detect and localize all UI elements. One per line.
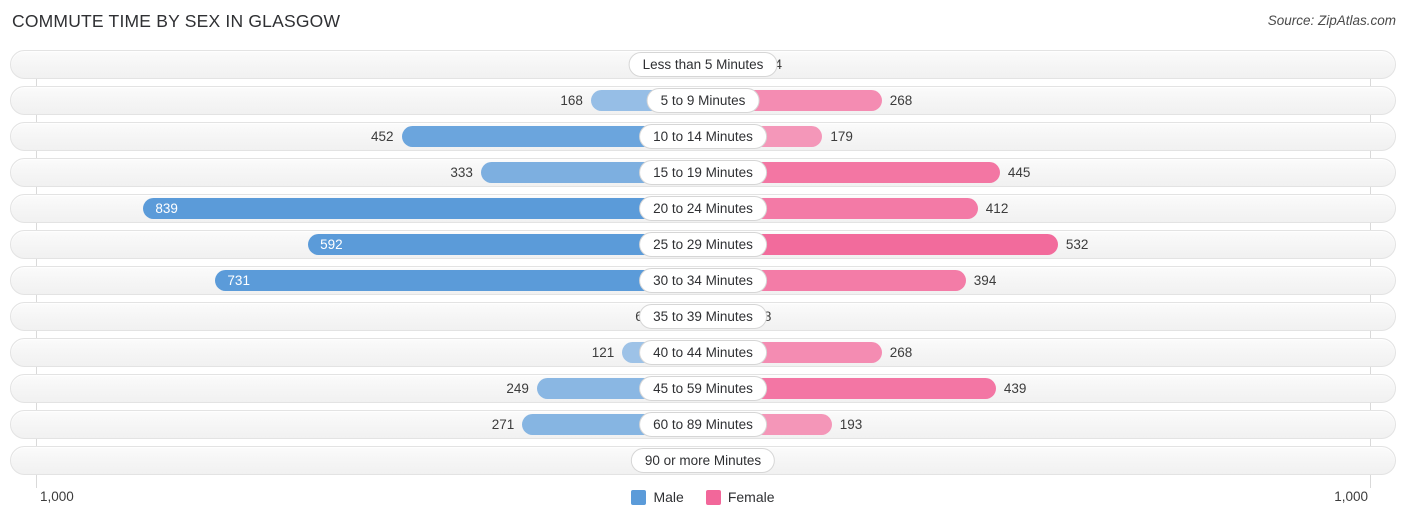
- category-label-pill: Less than 5 Minutes: [628, 52, 778, 77]
- chart-row: 249 439 45 to 59 Minutes: [10, 374, 1396, 403]
- chart-row: 676835 to 39 Minutes: [10, 302, 1396, 331]
- bar-value-female: 268: [889, 93, 913, 108]
- chart-row: 4184Less than 5 Minutes: [10, 50, 1396, 79]
- chart-plot-area: 4184Less than 5 Minutes 168 268 5 to 9 Minu…: [0, 50, 1406, 488]
- bar-value-male: 452: [370, 129, 394, 144]
- legend-label: Male: [653, 489, 684, 505]
- bar-value-male: 121: [591, 345, 615, 360]
- bar-value-male: 271: [491, 417, 515, 432]
- legend-swatch-icon: [631, 489, 647, 505]
- bar-value-female: 532: [1065, 237, 1089, 252]
- chart-row: 121 268 40 to 44 Minutes: [10, 338, 1396, 367]
- page-title: COMMUTE TIME BY SEX IN GLASGOW: [12, 11, 341, 31]
- category-label-pill: 10 to 14 Minutes: [639, 124, 767, 149]
- chart-row: 452 179 10 to 14 Minutes: [10, 122, 1396, 151]
- source-attribution: Source: ZipAtlas.com: [1267, 13, 1396, 28]
- chart-row: 271 193 60 to 89 Minutes: [10, 410, 1396, 439]
- legend-swatch-icon: [705, 489, 721, 505]
- bar-value-male: 333: [450, 165, 473, 180]
- chart-row: 333 445 15 to 19 Minutes: [10, 158, 1396, 187]
- bar-value-female: 193: [839, 417, 863, 432]
- bar-value-male: 839: [155, 201, 178, 216]
- legend-item[interactable]: Female: [705, 489, 775, 505]
- category-label-pill: 35 to 39 Minutes: [639, 304, 767, 329]
- chart-header: COMMUTE TIME BY SEX IN GLASGOW Source: Z…: [0, 0, 1406, 44]
- chart-legend: Male Female: [0, 489, 1406, 505]
- bar-value-female: 394: [973, 273, 997, 288]
- chart-row: 731 394 30 to 34 Minutes: [10, 266, 1396, 295]
- category-label-pill: 40 to 44 Minutes: [639, 340, 767, 365]
- bar-value-female: 179: [830, 129, 853, 144]
- category-label-pill: 45 to 59 Minutes: [639, 376, 767, 401]
- chart-row: 839 412 20 to 24 Minutes: [10, 194, 1396, 223]
- chart-footer: 1,000 1,000 Male Female: [0, 484, 1406, 523]
- category-label-pill: 20 to 24 Minutes: [639, 196, 767, 221]
- category-label-pill: 60 to 89 Minutes: [639, 412, 767, 437]
- chart-row: 168 268 5 to 9 Minutes: [10, 86, 1396, 115]
- chart-row: 597290 or more Minutes: [10, 446, 1396, 475]
- legend-item[interactable]: Male: [631, 489, 684, 505]
- bar-value-female: 439: [1003, 381, 1027, 396]
- bar-value-female: 412: [985, 201, 1009, 216]
- bar-male[interactable]: [143, 198, 703, 219]
- category-label-pill: 5 to 9 Minutes: [646, 88, 760, 113]
- legend-label: Female: [727, 489, 775, 505]
- category-label-pill: 15 to 19 Minutes: [639, 160, 767, 185]
- bar-value-male: 168: [560, 93, 583, 108]
- bar-male[interactable]: [215, 270, 703, 291]
- category-label-pill: 90 or more Minutes: [630, 448, 776, 473]
- category-label-pill: 25 to 29 Minutes: [639, 232, 767, 257]
- bar-value-male: 731: [227, 273, 250, 288]
- bar-value-male: 592: [320, 237, 343, 252]
- category-label-pill: 30 to 34 Minutes: [639, 268, 767, 293]
- bar-value-male: 249: [506, 381, 529, 396]
- bar-value-female: 445: [1007, 165, 1031, 180]
- bar-value-female: 268: [889, 345, 913, 360]
- chart-row: 592 532 25 to 29 Minutes: [10, 230, 1396, 259]
